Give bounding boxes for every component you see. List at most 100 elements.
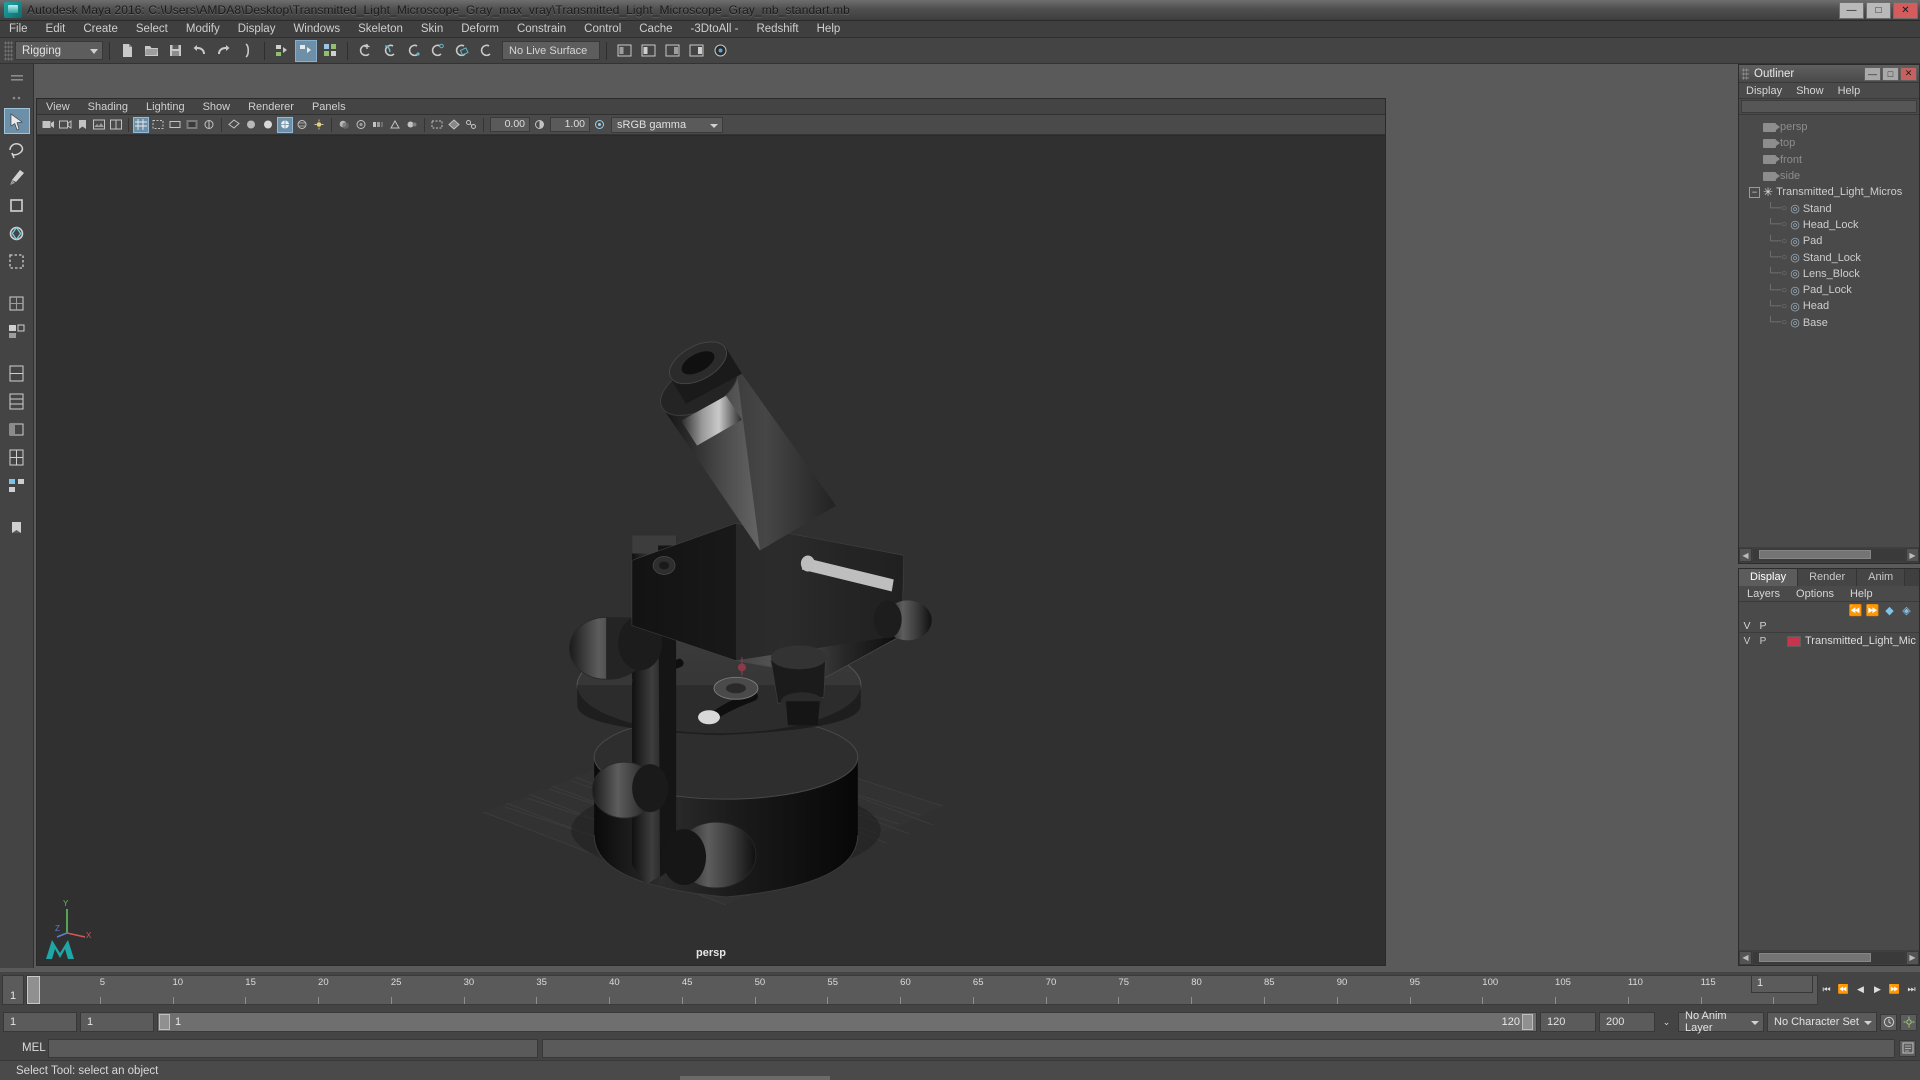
ambient-occlusion-icon[interactable] bbox=[353, 117, 369, 133]
range-slider-track[interactable]: 1 120 bbox=[157, 1012, 1537, 1032]
outliner-item-persp[interactable]: persp bbox=[1739, 119, 1919, 135]
menu-display[interactable]: Display bbox=[229, 21, 285, 38]
snap-grid-icon[interactable] bbox=[354, 40, 376, 62]
outliner-grip-handle[interactable] bbox=[1742, 67, 1749, 80]
scroll-right-icon[interactable]: ▶ bbox=[1906, 950, 1919, 965]
current-frame-field[interactable]: 1 bbox=[2, 975, 24, 1005]
range-start-field[interactable]: 1 bbox=[3, 1012, 77, 1032]
layer-menu-layers[interactable]: Layers bbox=[1739, 586, 1788, 602]
xray-icon[interactable] bbox=[446, 117, 462, 133]
scroll-track[interactable] bbox=[1753, 951, 1905, 964]
layout-hypergraph-icon[interactable] bbox=[4, 472, 30, 498]
undo-icon[interactable] bbox=[188, 40, 210, 62]
menu-deform[interactable]: Deform bbox=[452, 21, 508, 38]
move-layer-up-icon[interactable]: ⏪ bbox=[1849, 605, 1863, 617]
outliner-item-top[interactable]: top bbox=[1739, 135, 1919, 151]
bookmark-layout-icon[interactable] bbox=[4, 514, 30, 540]
menu-3dtoall[interactable]: -3DtoAll - bbox=[682, 21, 748, 38]
outliner-tree[interactable]: persp top front side − ✳ Transmitted_Light_Mic… bbox=[1739, 117, 1919, 545]
shadows-icon[interactable] bbox=[336, 117, 352, 133]
command-output[interactable] bbox=[542, 1038, 1895, 1058]
menu-skeleton[interactable]: Skeleton bbox=[349, 21, 412, 38]
tab-render[interactable]: Render bbox=[1798, 569, 1858, 586]
gamma-value-field[interactable]: 1.00 bbox=[550, 117, 590, 132]
outliner-item-head-lock[interactable]: └─○ ◎ Head_Lock bbox=[1739, 217, 1919, 233]
tab-display[interactable]: Display bbox=[1739, 569, 1799, 586]
scroll-right-icon[interactable]: ▶ bbox=[1906, 548, 1919, 562]
wireframe-shading-icon[interactable] bbox=[226, 117, 242, 133]
render-settings-icon[interactable] bbox=[709, 40, 731, 62]
channel-box-icon[interactable] bbox=[661, 40, 683, 62]
tab-anim[interactable]: Anim bbox=[1857, 569, 1906, 586]
layout-four-view-icon[interactable] bbox=[4, 444, 30, 470]
isolate-select-icon[interactable] bbox=[429, 117, 445, 133]
outliner-item-stand[interactable]: └─○ ◎ Stand bbox=[1739, 200, 1919, 216]
layer-playback-toggle[interactable]: P bbox=[1755, 636, 1771, 647]
snap-view-plane-icon[interactable] bbox=[450, 40, 472, 62]
outliner-search-input[interactable] bbox=[1741, 100, 1917, 113]
anim-layer-selector[interactable]: No Anim Layer bbox=[1678, 1010, 1764, 1034]
bookmark-icon[interactable] bbox=[74, 117, 90, 133]
grid-toggle-icon[interactable] bbox=[133, 116, 149, 133]
menu-constrain[interactable]: Constrain bbox=[508, 21, 575, 38]
command-language-label[interactable]: MEL bbox=[4, 1042, 46, 1054]
outliner-item-transmitted-light-micros[interactable]: − ✳ Transmitted_Light_Micros bbox=[1739, 184, 1919, 200]
live-surface-field[interactable]: No Live Surface bbox=[502, 41, 600, 60]
character-set-selector[interactable]: No Character Set bbox=[1767, 1012, 1877, 1032]
scroll-thumb[interactable] bbox=[1759, 550, 1871, 559]
motion-blur-icon[interactable] bbox=[370, 117, 386, 133]
new-layer-from-selected-icon[interactable]: ◈ bbox=[1900, 605, 1913, 617]
save-scene-icon[interactable] bbox=[164, 40, 186, 62]
outliner-maximize-button[interactable]: □ bbox=[1882, 66, 1899, 81]
camera-attributes-icon[interactable] bbox=[57, 117, 73, 133]
toolbox-dots-icon[interactable] bbox=[4, 88, 30, 108]
snap-projected-center-icon[interactable] bbox=[426, 40, 448, 62]
view-transform-icon[interactable] bbox=[591, 117, 607, 133]
range-options-icon[interactable]: ⌄ bbox=[1658, 1013, 1675, 1032]
move-tool[interactable] bbox=[4, 192, 30, 218]
object-mode-icon[interactable] bbox=[295, 39, 317, 62]
step-back-icon[interactable]: ⏪ bbox=[1835, 980, 1852, 999]
exposure-icon[interactable] bbox=[201, 117, 217, 133]
outliner-menu-help[interactable]: Help bbox=[1831, 83, 1868, 99]
gate-mask-icon[interactable] bbox=[184, 117, 200, 133]
auto-keyframe-icon[interactable] bbox=[1880, 1013, 1897, 1031]
soft-modification-tool[interactable] bbox=[4, 318, 30, 344]
time-field-right[interactable]: 1 bbox=[1751, 976, 1813, 993]
menu-file[interactable]: File bbox=[0, 21, 37, 38]
outliner-menu-display[interactable]: Display bbox=[1739, 83, 1789, 99]
layer-row[interactable]: V P Transmitted_Light_Mic bbox=[1739, 633, 1919, 649]
outliner-item-head[interactable]: └─○ ◎ Head bbox=[1739, 298, 1919, 314]
toolbox-grip-handle[interactable] bbox=[4, 68, 30, 88]
image-plane-icon[interactable] bbox=[91, 117, 107, 133]
go-to-start-icon[interactable]: ⏮ bbox=[1818, 980, 1835, 999]
scroll-thumb[interactable] bbox=[1759, 952, 1871, 962]
menu-help[interactable]: Help bbox=[808, 21, 850, 38]
viewport-3d-canvas[interactable]: persp Y X Z bbox=[37, 136, 1385, 965]
lasso-tool[interactable] bbox=[4, 136, 30, 162]
play-backwards-icon[interactable]: ◀ bbox=[1852, 980, 1869, 999]
scroll-left-icon[interactable]: ◀ bbox=[1739, 548, 1752, 562]
depth-of-field-icon[interactable] bbox=[404, 117, 420, 133]
outliner-item-stand-lock[interactable]: └─○ ◎ Stand_Lock bbox=[1739, 249, 1919, 265]
scale-tool[interactable] bbox=[4, 248, 30, 274]
layer-menu-options[interactable]: Options bbox=[1788, 586, 1842, 602]
menu-cache[interactable]: Cache bbox=[630, 21, 681, 38]
outliner-item-side[interactable]: side bbox=[1739, 168, 1919, 184]
go-to-end-icon[interactable]: ⏭ bbox=[1903, 980, 1920, 999]
shaded-wireframe-icon[interactable] bbox=[277, 116, 293, 133]
scroll-left-icon[interactable]: ◀ bbox=[1739, 950, 1752, 965]
toolbar-grip-handle[interactable] bbox=[4, 40, 13, 61]
rotate-tool[interactable] bbox=[4, 220, 30, 246]
menu-select[interactable]: Select bbox=[127, 21, 177, 38]
selection-mode-icon[interactable] bbox=[236, 40, 258, 62]
redo-icon[interactable] bbox=[212, 40, 234, 62]
close-button[interactable]: ✕ bbox=[1893, 2, 1918, 19]
outliner-item-base[interactable]: └─○ ◎ Base bbox=[1739, 315, 1919, 331]
menu-modify[interactable]: Modify bbox=[177, 21, 229, 38]
menu-create[interactable]: Create bbox=[74, 21, 127, 38]
layer-color-swatch[interactable] bbox=[1787, 635, 1801, 647]
snap-point-icon[interactable] bbox=[402, 40, 424, 62]
smooth-shade-icon[interactable] bbox=[243, 117, 259, 133]
range-end-field[interactable]: 1 bbox=[80, 1012, 154, 1032]
